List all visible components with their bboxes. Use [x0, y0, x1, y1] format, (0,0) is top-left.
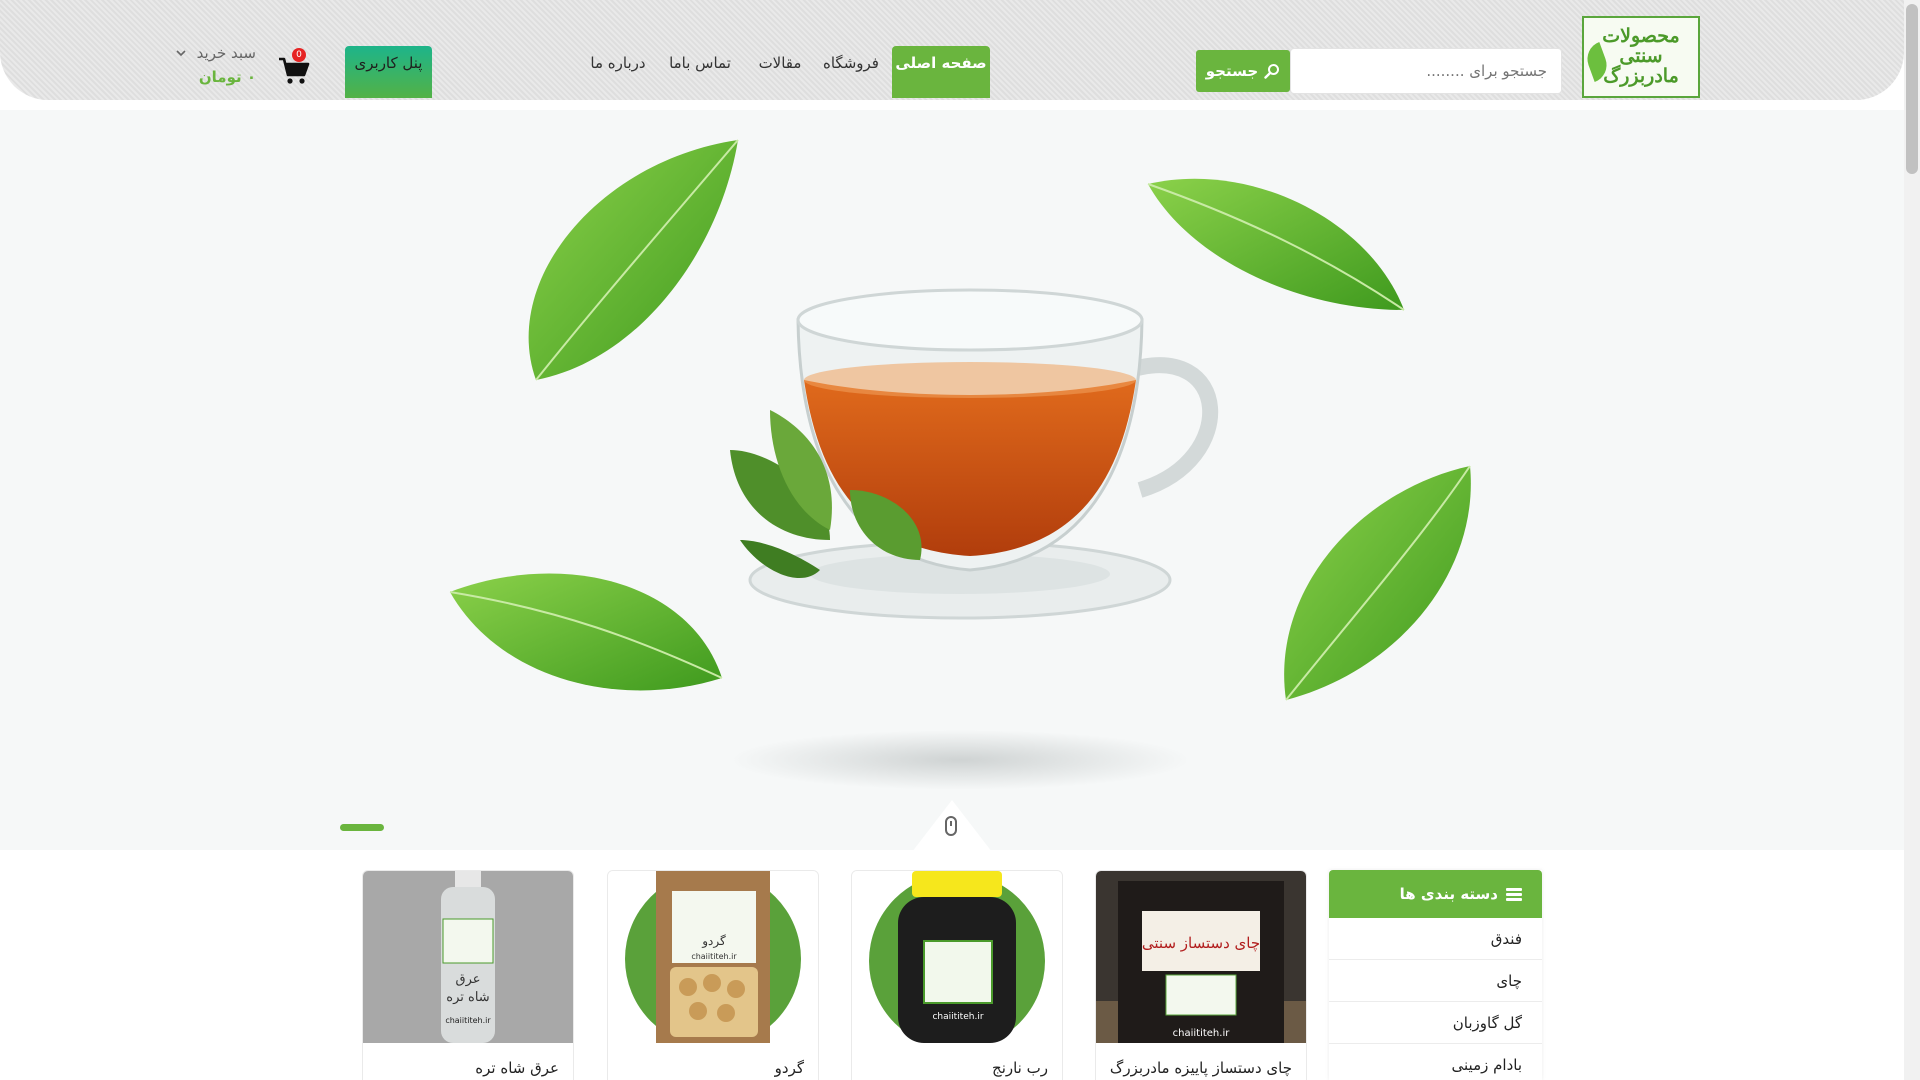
search-button[interactable]: جستجو — [1196, 50, 1290, 92]
site-logo[interactable]: محصولات سنتی مادربزرگ — [1582, 16, 1700, 98]
product-image-tea[interactable]: چای دستساز سنتی chaiititeh.ir — [1096, 871, 1306, 1043]
nav-articles[interactable]: مقالات — [752, 46, 808, 98]
user-panel-button[interactable]: پنل کاربری — [345, 46, 432, 98]
product-image-walnut[interactable]: گردو chaiititeh.ir — [608, 871, 818, 1043]
leaf-bottom-left — [449, 573, 723, 691]
product-image-bottle[interactable]: عرق شاه تره chaiititeh.ir — [363, 871, 573, 1043]
svg-text:عرق: عرق — [455, 972, 480, 987]
menu-icon — [1506, 887, 1522, 901]
svg-text:chaiititeh.ir: chaiititeh.ir — [1173, 1028, 1231, 1039]
logo-line-3: مادربزرگ — [1603, 64, 1679, 87]
cart-label[interactable]: سبد خرید — [176, 44, 256, 62]
mouse-scroll-icon[interactable] — [945, 816, 957, 836]
nav-contact[interactable]: تماس باما — [666, 46, 734, 98]
product-card[interactable]: گردو chaiititeh.ir گردو — [607, 870, 819, 1080]
category-item[interactable]: بادام زمینی — [1329, 1044, 1542, 1080]
svg-text:چای دستساز سنتی: چای دستساز سنتی — [1142, 934, 1260, 952]
nav-about[interactable]: درباره ما — [588, 46, 648, 98]
nav-shop[interactable]: فروشگاه — [820, 46, 882, 98]
search-icon — [1264, 64, 1280, 79]
site-header: محصولات سنتی مادربزرگ جستجو صفحه اصلی فر… — [0, 0, 1904, 100]
product-card[interactable]: chaiititeh.ir رب نارنج — [851, 870, 1063, 1080]
leaf-top-right — [1147, 178, 1405, 311]
search-input[interactable] — [1290, 48, 1562, 94]
hero-slider — [0, 110, 1904, 850]
product-name[interactable]: عرق شاه تره — [363, 1059, 559, 1077]
slider-indicator[interactable] — [340, 824, 384, 831]
search-button-label: جستجو — [1205, 62, 1259, 80]
svg-text:گردو: گردو — [701, 934, 726, 948]
categories-title: دسته بندی ها — [1399, 885, 1498, 903]
product-name[interactable]: رب نارنج — [852, 1059, 1048, 1077]
product-image-jar[interactable]: chaiititeh.ir — [852, 871, 1062, 1043]
nav-home[interactable]: صفحه اصلی — [892, 46, 990, 98]
product-card[interactable]: چای دستساز سنتی chaiititeh.ir چای دستساز… — [1095, 870, 1307, 1080]
hero-illustration — [449, 139, 1471, 790]
tea-cup — [796, 288, 1219, 572]
svg-text:شاه تره: شاه تره — [446, 990, 489, 1005]
category-item[interactable]: چای — [1329, 960, 1542, 1002]
product-card[interactable]: عرق شاه تره chaiititeh.ir عرق شاه تره — [362, 870, 574, 1080]
category-item[interactable]: گل گاوزبان — [1329, 1002, 1542, 1044]
leaf-bottom-right — [1284, 465, 1471, 701]
leaf-top-left — [528, 139, 739, 381]
logo-line-1: محصولات — [1602, 25, 1680, 48]
category-item[interactable]: فندق — [1329, 918, 1542, 960]
product-name[interactable]: چای دستساز پاییزه مادربزرگ — [1096, 1059, 1292, 1077]
cart-total: ۰ تومان — [198, 68, 256, 86]
product-name[interactable]: گردو — [608, 1059, 804, 1077]
categories-header: دسته بندی ها — [1329, 870, 1542, 918]
svg-text:chaiititeh.ir: chaiititeh.ir — [445, 1016, 491, 1025]
svg-text:chaiititeh.ir: chaiititeh.ir — [932, 1012, 983, 1022]
cart-count-badge: 0 — [292, 48, 306, 62]
page-scrollbar[interactable] — [1904, 0, 1920, 1080]
svg-text:chaiititeh.ir: chaiititeh.ir — [691, 952, 737, 961]
categories-panel: دسته بندی ها فندق چای گل گاوزبان بادام ز… — [1329, 870, 1542, 1080]
logo-line-2: سنتی — [1619, 45, 1663, 68]
scrollbar-thumb[interactable] — [1906, 4, 1918, 174]
